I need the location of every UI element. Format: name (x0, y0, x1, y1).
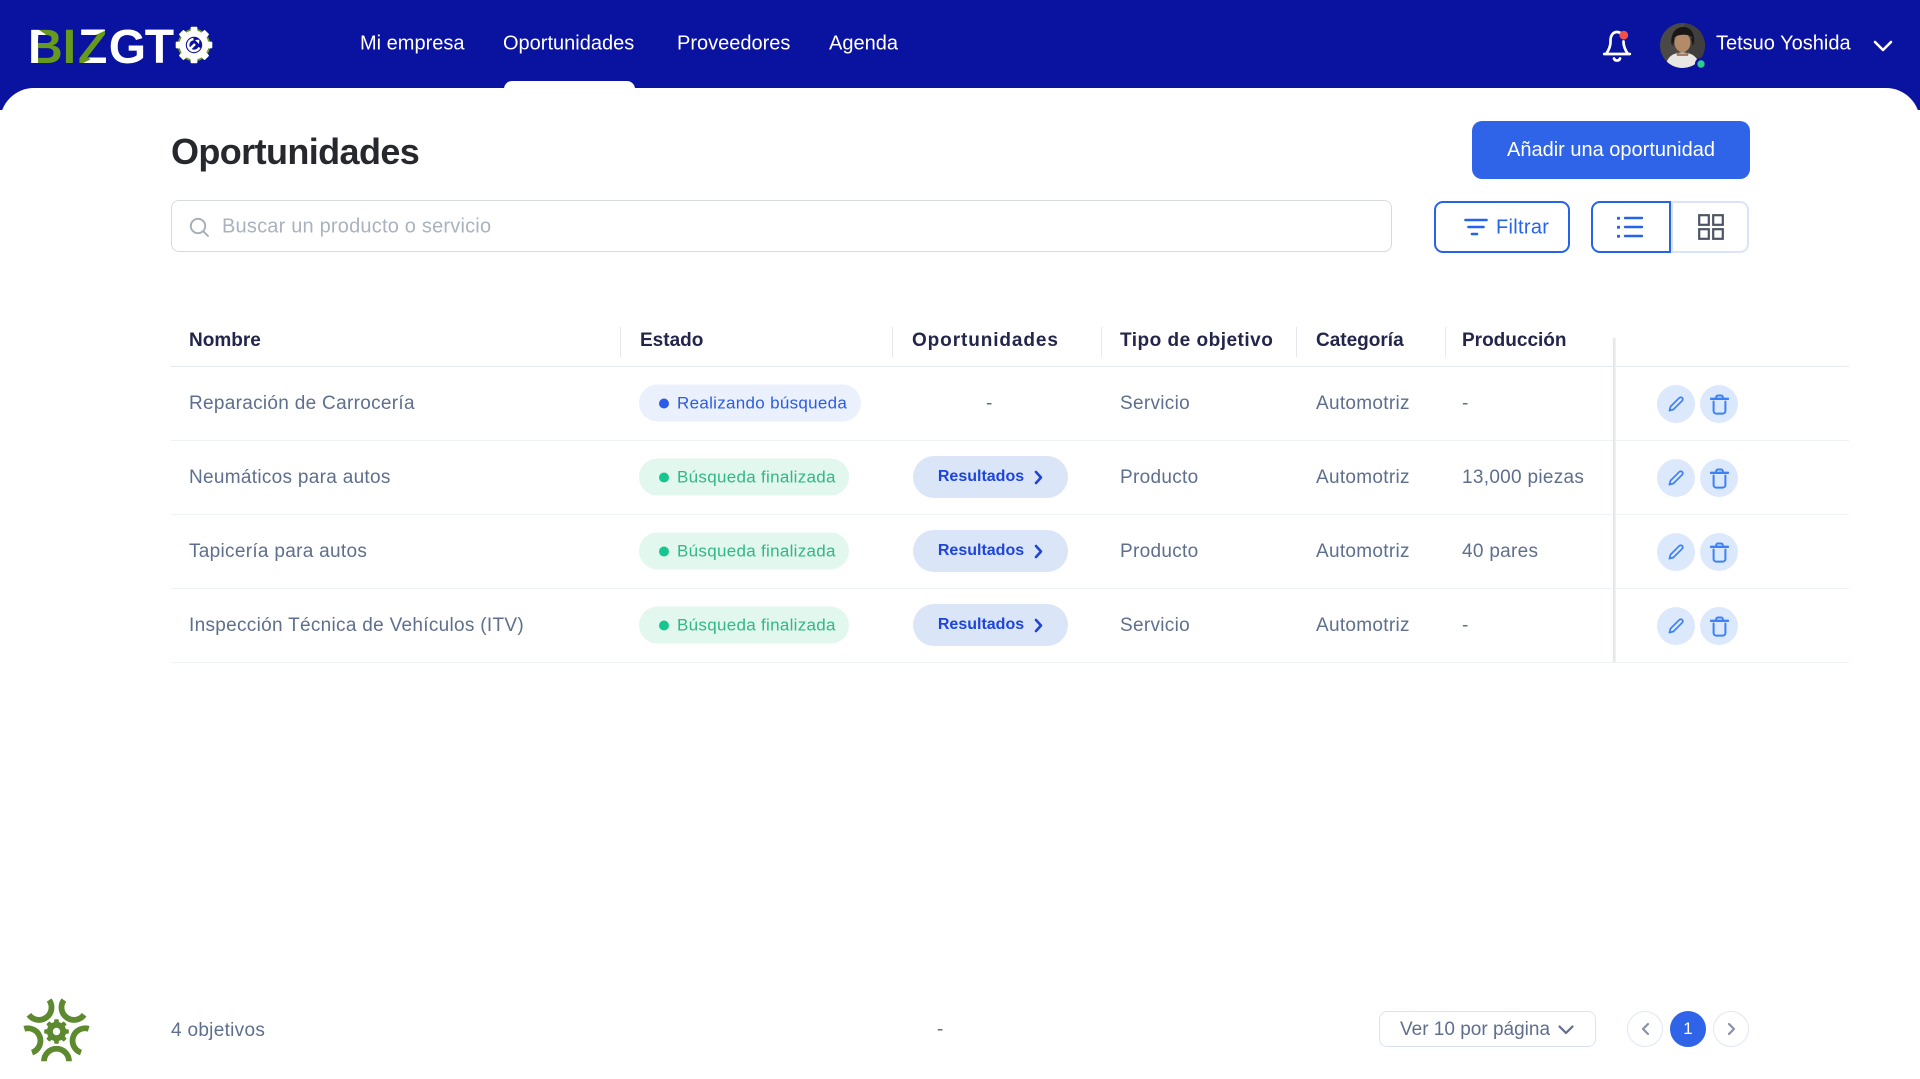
svg-text:G: G (109, 21, 146, 74)
svg-text:T: T (145, 21, 174, 74)
svg-text:I: I (63, 21, 76, 74)
